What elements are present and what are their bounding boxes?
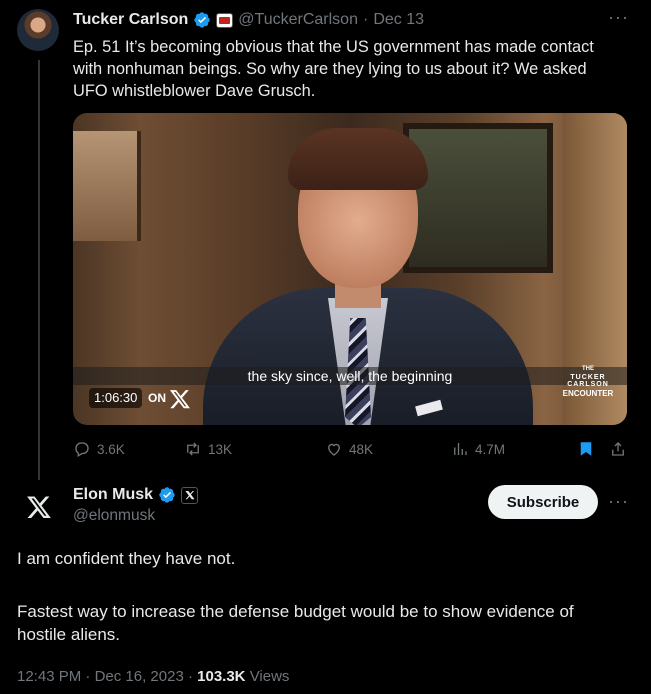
reply-tweet-header: Elon Musk	[73, 485, 199, 505]
meta-separator: ·	[187, 668, 193, 685]
reply-author-handle[interactable]: @elonmusk	[73, 507, 155, 525]
elon-avatar-x-logo-icon[interactable]	[26, 494, 52, 520]
brand-name-text: ENCOUNTER	[562, 389, 614, 398]
reply-icon	[75, 442, 89, 457]
reply-date[interactable]: Dec 16, 2023	[95, 668, 184, 685]
original-tweet-text: Ep. 51 It’s becoming obvious that the US…	[73, 38, 594, 100]
share-icon	[612, 442, 624, 456]
reply-text-line-2: Fastest way to increase the defense budg…	[17, 602, 574, 644]
reply-views-count[interactable]: 103.3K	[197, 668, 245, 685]
original-tweet-header: Tucker Carlson @TuckerCarlson · Dec 13	[73, 10, 424, 30]
bookmark-icon	[580, 442, 592, 456]
reply-text-line-1: I am confident they have not.	[17, 549, 236, 568]
reply-count: 3.6K	[97, 441, 125, 457]
bookmark-action[interactable]	[577, 439, 595, 459]
tucker-avatar[interactable]	[17, 9, 59, 51]
reply-more-options-icon[interactable]: ···	[608, 492, 629, 510]
repost-action[interactable]: 13K	[184, 439, 232, 459]
video-player[interactable]: the sky since, well, the beginning 1:06:…	[73, 113, 627, 425]
analytics-icon	[454, 443, 467, 455]
reply-meta: 12:43 PM · Dec 16, 2023 · 103.3K Views	[17, 668, 289, 685]
brand-small-text: THE	[582, 366, 594, 372]
repost-icon	[187, 442, 199, 456]
brand-arc-text: TUCKER CARLSON	[567, 374, 609, 388]
more-options-icon[interactable]: ···	[608, 8, 629, 26]
on-x-watermark: ON	[148, 386, 191, 410]
share-action[interactable]	[609, 439, 627, 459]
meta-separator: ·	[362, 11, 369, 28]
tweet-actions-bar: 3.6K 13K 48K 4.7M	[73, 439, 631, 459]
tweet-date[interactable]: Dec 13	[373, 11, 424, 29]
author-name[interactable]: Tucker Carlson	[73, 11, 188, 29]
reply-views-label: Views	[249, 668, 290, 685]
like-action[interactable]: 48K	[325, 439, 373, 459]
reply-author-name[interactable]: Elon Musk	[73, 486, 153, 504]
video-bg-frame	[403, 123, 553, 273]
views-action[interactable]: 4.7M	[451, 439, 505, 459]
subscribe-button[interactable]: Subscribe	[488, 485, 598, 519]
affiliation-badge-icon[interactable]	[216, 12, 234, 28]
heart-icon	[328, 443, 340, 456]
thread-connector-line	[38, 60, 40, 480]
video-bg-window	[73, 131, 141, 241]
x-logo-watermark-icon	[170, 389, 191, 409]
views-count: 4.7M	[475, 441, 506, 457]
x-affiliation-badge-icon[interactable]	[181, 486, 199, 504]
author-handle[interactable]: @TuckerCarlson	[238, 11, 358, 29]
like-count: 48K	[349, 441, 374, 457]
repost-count: 13K	[208, 441, 233, 457]
reply-action[interactable]: 3.6K	[73, 439, 125, 459]
video-caption: the sky since, well, the beginning	[247, 368, 453, 384]
meta-separator: ·	[85, 668, 91, 685]
video-timestamp: 1:06:30	[89, 388, 143, 408]
encounter-logo: THE TUCKER CARLSON ENCOUNTER	[555, 366, 621, 398]
reply-verified-badge-icon[interactable]	[158, 486, 176, 504]
verified-badge-icon[interactable]	[193, 11, 211, 29]
video-subject-hair	[288, 128, 428, 190]
reply-time[interactable]: 12:43 PM	[17, 668, 81, 685]
on-label: ON	[148, 391, 166, 405]
